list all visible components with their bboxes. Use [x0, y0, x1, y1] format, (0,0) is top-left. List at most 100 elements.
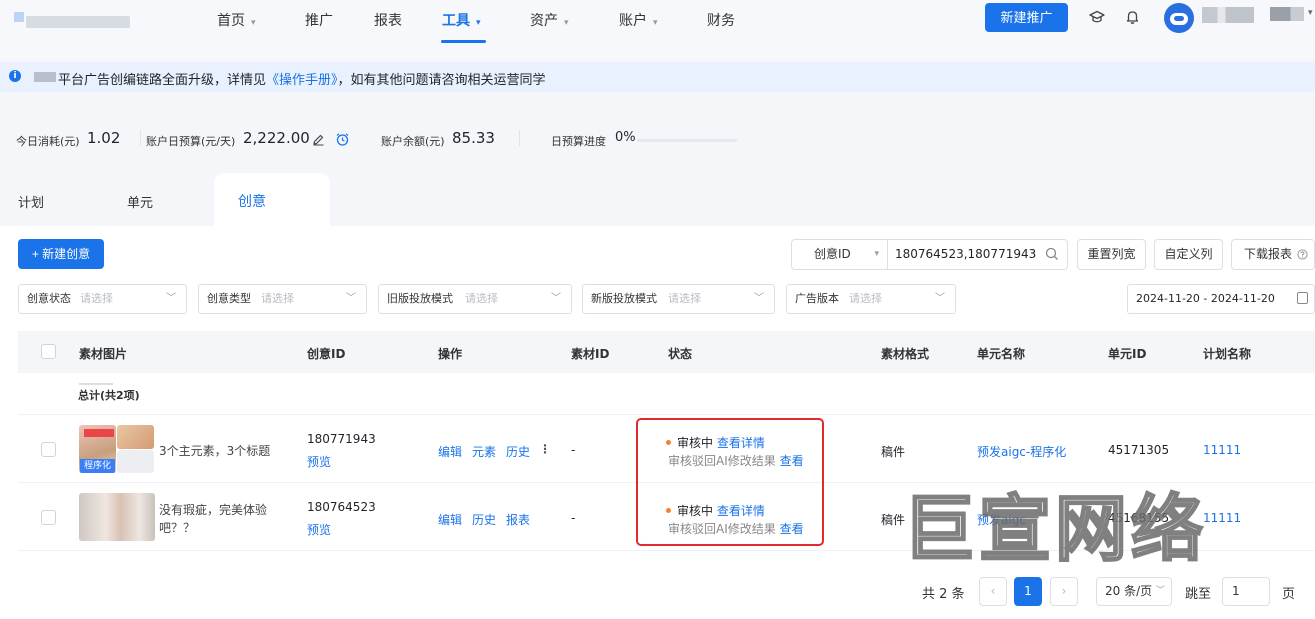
chevron-down-icon: ▾	[874, 249, 879, 259]
material-id: -	[571, 443, 576, 457]
nav-item-account[interactable]: 账户 ▾	[619, 11, 658, 31]
summary-label: 总计(共2项)	[78, 389, 140, 402]
tab-creative[interactable]: 创意	[238, 191, 266, 211]
preview-link[interactable]: 预览	[307, 453, 331, 470]
account-redacted[interactable]	[1270, 7, 1304, 21]
logo	[14, 12, 130, 28]
creative-id: 180764523	[307, 500, 376, 514]
nav-item-finance[interactable]: 财务	[707, 11, 735, 31]
preview-link[interactable]: 预览	[307, 521, 331, 538]
chevron-down-icon: ﹀	[935, 293, 945, 304]
material-thumbnail-placeholder	[117, 450, 154, 473]
today-cost-label: 今日消耗(元)	[16, 135, 80, 148]
account-stats: 今日消耗(元) 1.02 账户日预算(元/天) 2,222.00 账户余额(元)…	[0, 116, 1315, 162]
tab-unit[interactable]: 单元	[127, 192, 153, 211]
info-icon: i	[9, 70, 21, 82]
select-all-checkbox[interactable]	[41, 344, 56, 359]
nav-item-reports[interactable]: 报表	[374, 11, 402, 31]
prev-page-button[interactable]: ‹	[979, 577, 1007, 606]
filter-legacy-delivery-mode[interactable]: 旧版投放模式 请选择 ﹀	[378, 284, 572, 314]
watermark: 巨宣网络	[902, 486, 1208, 573]
daily-budget-label: 账户日预算(元/天)	[146, 135, 236, 148]
search-field-select[interactable]: 创意ID ▾	[792, 240, 888, 269]
history-link[interactable]: 历史	[506, 443, 530, 460]
bell-icon[interactable]	[1125, 9, 1140, 25]
chevron-down-icon: ﹀	[1155, 586, 1165, 596]
top-navigation: 首页 ▾ 推广 报表 工具 ▾ 资产 ▾ 账户 ▾ 财务 新建推广 ▾	[0, 0, 1315, 58]
column-header: 计划名称	[1203, 347, 1252, 361]
page-size-select[interactable]: 20 条/页 ﹀	[1096, 577, 1172, 606]
creative-title: 没有瑕疵，完美体验	[159, 503, 268, 517]
date-range-picker[interactable]: 2024-11-20 - 2024-11-20	[1127, 284, 1315, 314]
chevron-down-icon[interactable]: ▾	[1308, 8, 1313, 18]
nav-item-assets[interactable]: 资产 ▾	[530, 11, 569, 31]
page-1-button[interactable]: 1	[1014, 577, 1042, 606]
graduation-cap-icon[interactable]	[1089, 9, 1105, 25]
elements-link[interactable]: 元素	[472, 443, 496, 460]
filter-creative-status[interactable]: 创意状态 请选择 ﹀	[18, 284, 187, 314]
material-thumbnail[interactable]	[117, 425, 154, 449]
column-header: 素材图片	[79, 347, 128, 361]
search-box: 创意ID ▾ 180764523,180771943	[791, 239, 1068, 270]
material-id: -	[571, 511, 576, 525]
filter-ad-version[interactable]: 广告版本 请选择 ﹀	[786, 284, 956, 314]
custom-columns-button[interactable]: 自定义列	[1154, 239, 1223, 270]
plan-name-link[interactable]: 11111	[1203, 511, 1241, 525]
material-thumbnail[interactable]	[79, 493, 155, 541]
history-link[interactable]: 历史	[472, 511, 496, 528]
download-report-button[interactable]: 下载报表	[1231, 239, 1315, 270]
nav-item-tools[interactable]: 工具 ▾	[442, 11, 481, 31]
creative-title: 3个主元素，3个标题	[159, 444, 271, 458]
chevron-down-icon: ▾	[653, 18, 658, 28]
divider	[140, 130, 141, 146]
chevron-down-icon: ﹀	[346, 293, 356, 304]
chevron-down-icon: ﹀	[166, 293, 176, 304]
material-thumbnail[interactable]: 程序化	[79, 425, 116, 473]
search-icon[interactable]	[1045, 247, 1059, 261]
jump-page-input[interactable]: 1	[1222, 577, 1270, 606]
edit-link[interactable]: 编辑	[438, 511, 462, 528]
search-input[interactable]: 180764523,180771943	[895, 240, 1036, 269]
programmatic-badge: 程序化	[80, 459, 115, 473]
plan-name-link[interactable]: 11111	[1203, 443, 1241, 457]
username-redacted	[1202, 7, 1254, 23]
unit-name-link[interactable]: 预发aigc-程序化	[977, 443, 1066, 460]
manual-link[interactable]: 《操作手册》	[266, 73, 338, 88]
budget-progress-value: 0%	[615, 130, 636, 145]
tab-plan[interactable]: 计划	[18, 192, 44, 211]
new-creative-button[interactable]: + 新建创意	[18, 239, 104, 269]
next-page-button[interactable]: ›	[1050, 577, 1078, 606]
column-header: 状态	[668, 347, 693, 361]
level-tabs: 计划 单元 创意	[0, 173, 1315, 226]
chevron-down-icon: ﹀	[754, 293, 764, 304]
report-link[interactable]: 报表	[506, 511, 530, 528]
avatar[interactable]	[1164, 3, 1194, 33]
total-count: 共 2 条	[922, 587, 965, 602]
column-header: 单元ID	[1108, 347, 1147, 361]
nav-item-promotion[interactable]: 推广	[305, 11, 333, 31]
column-header: 素材格式	[881, 347, 930, 361]
row-checkbox[interactable]	[41, 442, 56, 457]
edit-icon[interactable]	[312, 133, 325, 146]
notice-text: 平台广告创编链路全面升级，详情见	[58, 73, 267, 88]
edit-link[interactable]: 编辑	[438, 443, 462, 460]
reset-column-width-button[interactable]: 重置列宽	[1077, 239, 1146, 270]
divider	[519, 130, 520, 146]
row-checkbox[interactable]	[41, 510, 56, 525]
unit-id: 45171305	[1108, 443, 1170, 457]
balance-value: 85.33	[452, 129, 495, 147]
alarm-clock-icon[interactable]	[335, 132, 350, 147]
column-header: 操作	[438, 347, 463, 361]
notice-text-tail: ，如有其他问题请咨询相关运营同学	[337, 73, 546, 88]
chevron-down-icon: ﹀	[551, 293, 561, 304]
new-promotion-button[interactable]: 新建推广	[985, 3, 1068, 32]
nav-item-home[interactable]: 首页 ▾	[217, 11, 256, 31]
filter-creative-type[interactable]: 创意类型 请选择 ﹀	[198, 284, 367, 314]
more-actions-icon[interactable]: ⋮	[539, 442, 551, 456]
active-tab-background	[214, 173, 330, 226]
budget-progress-label: 日预算进度	[551, 135, 606, 148]
daily-budget-value: 2,222.00	[243, 129, 310, 147]
filter-new-delivery-mode[interactable]: 新版投放模式 请选择 ﹀	[582, 284, 775, 314]
status-highlight-box	[636, 418, 824, 546]
column-header: 创意ID	[307, 347, 346, 361]
